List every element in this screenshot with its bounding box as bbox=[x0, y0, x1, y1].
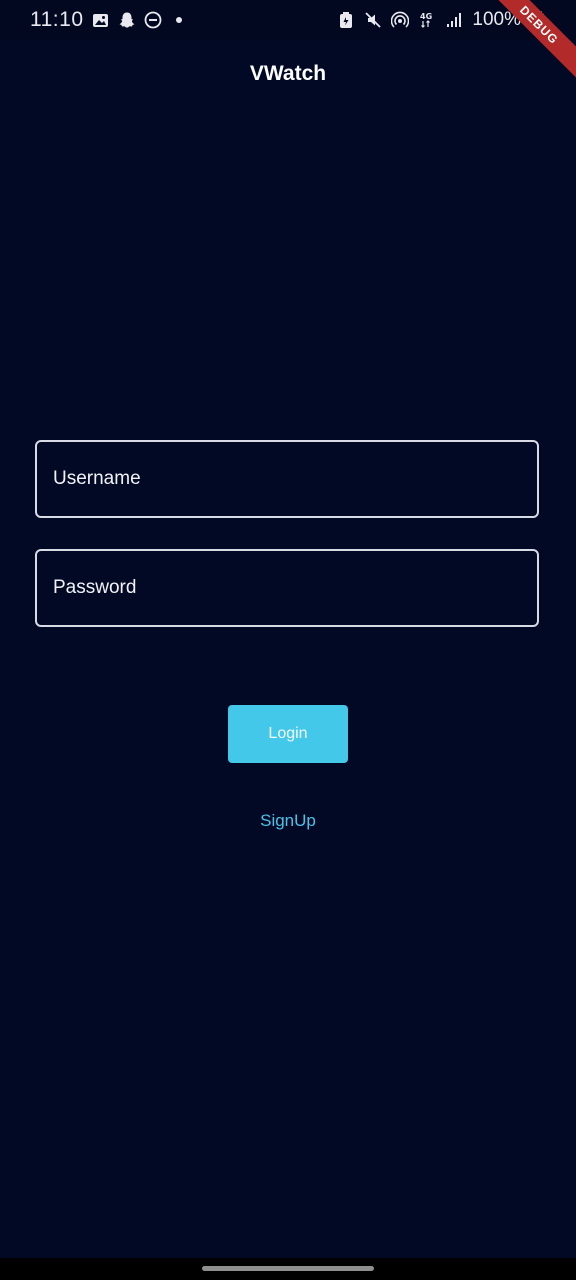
status-left: 11:10 bbox=[30, 8, 188, 32]
status-time: 11:10 bbox=[30, 8, 84, 31]
dot-icon bbox=[170, 11, 188, 29]
hotspot-icon bbox=[391, 11, 410, 29]
mute-icon bbox=[364, 11, 382, 29]
password-field[interactable] bbox=[35, 549, 539, 627]
battery-saver-icon bbox=[337, 11, 355, 29]
app-title: VWatch bbox=[249, 62, 327, 85]
system-nav-bar bbox=[0, 1258, 576, 1280]
signup-link[interactable]: SignUp bbox=[0, 811, 576, 831]
do-not-disturb-icon bbox=[144, 11, 162, 29]
svg-text:4G: 4G bbox=[420, 12, 432, 21]
signal-icon bbox=[445, 11, 463, 29]
snapchat-icon bbox=[118, 11, 136, 29]
username-field[interactable] bbox=[35, 440, 539, 518]
login-button[interactable]: Login bbox=[228, 705, 348, 763]
status-bar: 11:10 4G 100% bbox=[0, 0, 576, 40]
password-input[interactable] bbox=[37, 551, 537, 625]
home-indicator[interactable] bbox=[202, 1266, 374, 1271]
gallery-icon bbox=[92, 11, 110, 29]
username-input[interactable] bbox=[37, 442, 537, 516]
4g-icon: 4G bbox=[418, 11, 436, 29]
